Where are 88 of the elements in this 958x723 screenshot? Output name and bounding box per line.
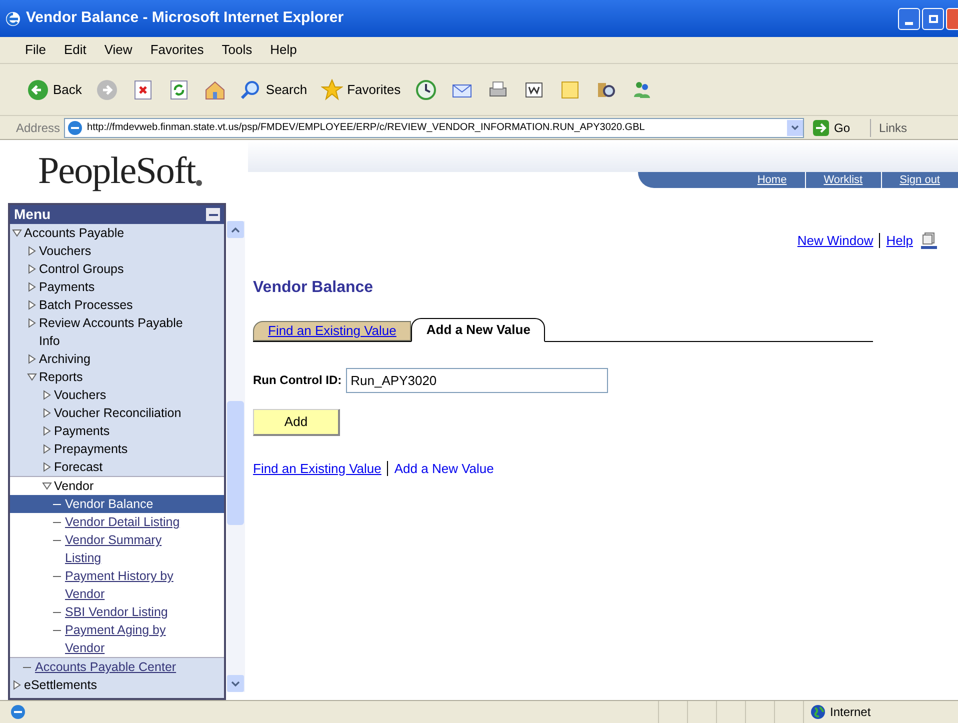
header-link[interactable]: Worklist: [804, 172, 881, 188]
expanded-triangle-icon[interactable]: [27, 372, 37, 382]
refresh-icon: [168, 78, 190, 100]
menu-item[interactable]: View: [95, 40, 142, 60]
menu-folder[interactable]: Control Groups: [39, 260, 124, 278]
menu-folder[interactable]: Payments: [54, 422, 110, 440]
note-icon: [558, 78, 581, 100]
menu-folder[interactable]: Vouchers: [54, 386, 106, 404]
menu-item[interactable]: File: [16, 40, 55, 60]
page-link[interactable]: Help: [886, 231, 913, 250]
menu-folder[interactable]: Prepayments: [54, 440, 128, 458]
menu-folder[interactable]: Batch Processes: [39, 296, 133, 314]
tab[interactable]: Add a New Value: [411, 318, 546, 342]
search-button[interactable]: Search: [236, 78, 310, 100]
menu-item[interactable]: Help: [261, 40, 306, 60]
page-link[interactable]: Add a New Value: [394, 458, 494, 478]
menu-folder[interactable]: Accounts Payable: [24, 224, 124, 242]
menu-folder[interactable]: Archiving: [39, 350, 90, 368]
collapsed-triangle-icon[interactable]: [42, 462, 52, 472]
header-link[interactable]: Sign out: [880, 172, 958, 188]
menu-folder[interactable]: Vouchers: [39, 242, 92, 260]
scroll-down-button[interactable]: [227, 675, 244, 692]
go-button[interactable]: Go: [808, 118, 854, 136]
dash-icon: [53, 612, 61, 613]
logo-text: PeopleSoft: [38, 149, 196, 194]
globe-icon: [810, 704, 826, 720]
dash-icon: [53, 576, 61, 577]
address-field[interactable]: http://fmdevweb.finman.state.vt.us/psp/FMDEV/EMPLOYEE/ERP/c/REVIEW_VENDOR_INFORMATION.RUN_APY3020.GBL: [64, 118, 804, 138]
menu-folder[interactable]: Review Accounts Payable Info: [39, 314, 204, 350]
links-button[interactable]: Links: [870, 118, 908, 136]
collapsed-triangle-icon[interactable]: [27, 318, 37, 328]
scroll-up-button[interactable]: [227, 221, 244, 238]
star-icon: [321, 78, 344, 100]
collapsed-triangle-icon[interactable]: [27, 264, 37, 274]
collapsed-triangle-icon[interactable]: [27, 246, 37, 256]
collapsed-triangle-icon[interactable]: [42, 390, 52, 400]
menu-title: Menu: [14, 205, 51, 224]
dash-icon: [23, 667, 31, 668]
dash-icon: [53, 630, 61, 631]
collapsed-triangle-icon[interactable]: [27, 282, 37, 292]
menu-folder[interactable]: eSettlements: [24, 676, 97, 694]
menu-folder[interactable]: Reports: [39, 368, 83, 386]
address-label: Address: [16, 120, 60, 136]
header-link[interactable]: Home: [739, 172, 805, 188]
page-link[interactable]: Find an Existing Value: [253, 458, 382, 478]
add-button[interactable]: Add: [253, 408, 340, 436]
dash-icon: [53, 540, 61, 541]
menu-item[interactable]: Favorites: [141, 40, 213, 60]
search-icon: [240, 78, 262, 100]
collapsed-triangle-icon[interactable]: [27, 354, 37, 364]
menu-folder[interactable]: Payments: [39, 278, 95, 296]
page-icon: [67, 120, 84, 136]
collapsed-triangle-icon[interactable]: [42, 444, 52, 454]
expanded-triangle-icon[interactable]: [12, 228, 22, 238]
expanded-triangle-icon[interactable]: [42, 481, 52, 491]
browser-icon: [4, 10, 22, 28]
zone-label: Internet: [830, 704, 871, 721]
history-icon: [414, 78, 437, 100]
window-title: Vendor Balance - Microsoft Internet Explorer: [26, 8, 344, 28]
back-button[interactable]: Back: [24, 78, 85, 100]
collapsed-triangle-icon[interactable]: [12, 680, 22, 690]
menu-folder[interactable]: Vendor: [54, 477, 94, 495]
collapse-button[interactable]: [206, 208, 220, 221]
minimize-button[interactable]: [898, 8, 920, 30]
page-title: Vendor Balance: [253, 278, 374, 298]
collapsed-triangle-icon[interactable]: [27, 300, 37, 310]
tab[interactable]: Find an Existing Value: [253, 320, 412, 340]
dash-icon: [53, 504, 61, 505]
home-icon: [204, 78, 226, 100]
caret-icon: [791, 124, 800, 130]
menu-item[interactable]: Tools: [212, 40, 262, 60]
http-link-icon[interactable]: [920, 232, 938, 250]
page-icon: [10, 704, 26, 720]
page-link[interactable]: New Window: [797, 231, 874, 250]
dropdown-button[interactable]: [787, 120, 804, 136]
scroll-thumb[interactable]: [227, 401, 244, 525]
collapsed-triangle-icon[interactable]: [42, 426, 52, 436]
menu-folder[interactable]: Forecast: [54, 458, 103, 476]
restore-button[interactable]: [922, 8, 944, 30]
favorites-button[interactable]: Favorites: [318, 78, 404, 100]
dash-icon: [53, 522, 61, 523]
menu-link[interactable]: Accounts Payable Center: [35, 658, 176, 676]
menu-item[interactable]: Edit: [54, 40, 96, 60]
run-control-id-field[interactable]: Run_APY3020: [346, 368, 608, 392]
stop-icon: [132, 78, 154, 100]
field-label: Run Control ID:: [253, 372, 342, 389]
menu-folder[interactable]: Voucher Reconciliation: [54, 404, 182, 422]
collapsed-triangle-icon[interactable]: [42, 408, 52, 418]
